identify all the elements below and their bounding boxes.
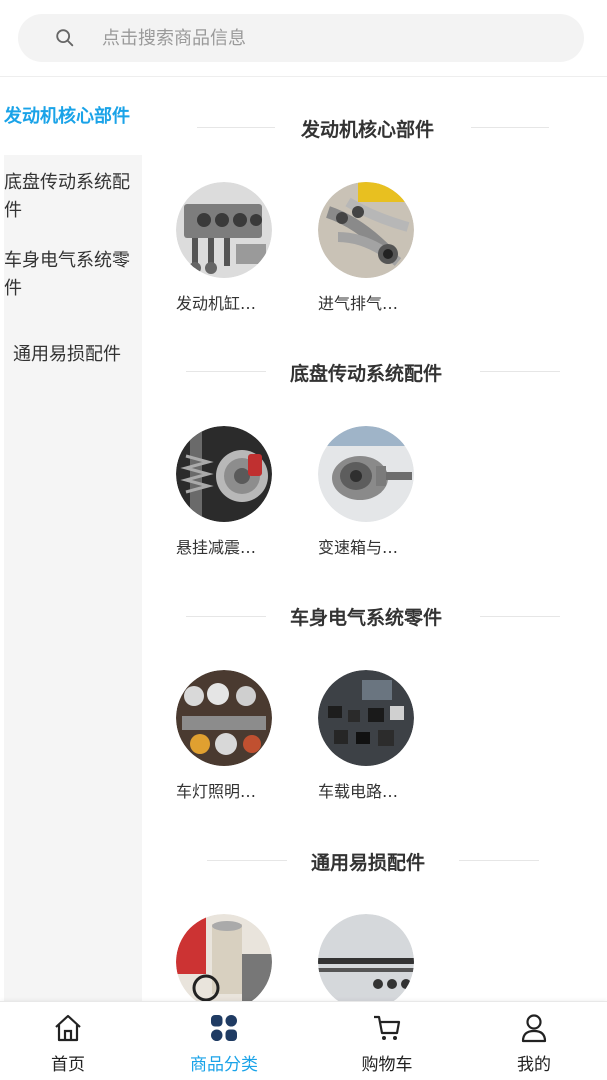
bottom-nav: 首页 商品分类 购物车 我的 <box>0 1001 607 1080</box>
wiper-parts-photo <box>318 914 414 1010</box>
product-intake-exhaust[interactable]: 进气排气… <box>318 182 414 313</box>
suspension-brake-photo <box>176 426 272 522</box>
sidebar-item-body-electrical[interactable]: 车身电气系统零件 <box>4 247 142 303</box>
section-divider-left <box>186 616 266 617</box>
product-lighting[interactable]: 车灯照明… <box>176 670 272 801</box>
category-grid-icon <box>211 1015 237 1041</box>
section-divider-left <box>186 371 266 372</box>
product-wiper[interactable] <box>318 914 414 1010</box>
product-filters[interactable] <box>176 914 272 1010</box>
sidebar-item-chassis-drivetrain[interactable]: 底盘传动系统配件 <box>4 169 142 225</box>
exhaust-manifold-photo <box>318 182 414 278</box>
gearbox-photo <box>318 426 414 522</box>
headlights-photo <box>176 670 272 766</box>
nav-cart[interactable]: 购物车 <box>327 1002 447 1080</box>
nav-home[interactable]: 首页 <box>8 1002 128 1080</box>
sidebar-item-engine-core[interactable]: 发动机核心部件 <box>4 103 142 131</box>
category-sidebar: 发动机核心部件 底盘传动系统配件 车身电气系统零件 通用易损配件 <box>4 77 142 1001</box>
nav-label: 商品分类 <box>190 1055 258 1075</box>
section-divider-left <box>207 860 287 861</box>
home-icon <box>55 1014 81 1042</box>
section-divider-left <box>197 127 275 128</box>
product-name: 车载电路… <box>318 782 399 801</box>
section-title-body-electrical: 车身电气系统零件 <box>290 607 443 629</box>
product-name: 发动机缸… <box>176 294 257 313</box>
nav-label: 首页 <box>51 1055 85 1075</box>
product-name: 变速箱与… <box>318 538 399 557</box>
product-name: 车灯照明… <box>176 782 257 801</box>
user-icon <box>521 1014 547 1043</box>
section-divider-right <box>471 127 549 128</box>
section-title-wear-parts: 通用易损配件 <box>311 852 426 874</box>
search-icon <box>56 29 74 47</box>
nav-profile[interactable]: 我的 <box>474 1002 594 1080</box>
search-input[interactable] <box>102 18 522 58</box>
sidebar-item-wear-parts[interactable]: 通用易损配件 <box>4 341 142 369</box>
product-name: 悬挂减震… <box>176 538 257 557</box>
section-title-chassis-drivetrain: 底盘传动系统配件 <box>290 363 443 385</box>
section-divider-right <box>480 616 560 617</box>
nav-label: 我的 <box>517 1055 551 1075</box>
nav-category[interactable]: 商品分类 <box>164 1002 284 1080</box>
product-suspension[interactable]: 悬挂减震… <box>176 426 272 557</box>
cart-icon <box>374 1015 401 1040</box>
product-gearbox[interactable]: 变速箱与… <box>318 426 414 557</box>
product-electrical-circuit[interactable]: 车载电路… <box>318 670 414 801</box>
nav-label: 购物车 <box>361 1055 413 1075</box>
product-name: 进气排气… <box>318 294 399 313</box>
section-divider-right <box>459 860 539 861</box>
search-bar[interactable] <box>18 14 584 62</box>
section-title-engine-core: 发动机核心部件 <box>301 119 435 141</box>
engine-block-photo <box>176 182 272 278</box>
filters-photo <box>176 914 272 1010</box>
product-engine-block[interactable]: 发动机缸… <box>176 182 272 313</box>
section-divider-right <box>480 371 560 372</box>
electrical-parts-photo <box>318 670 414 766</box>
